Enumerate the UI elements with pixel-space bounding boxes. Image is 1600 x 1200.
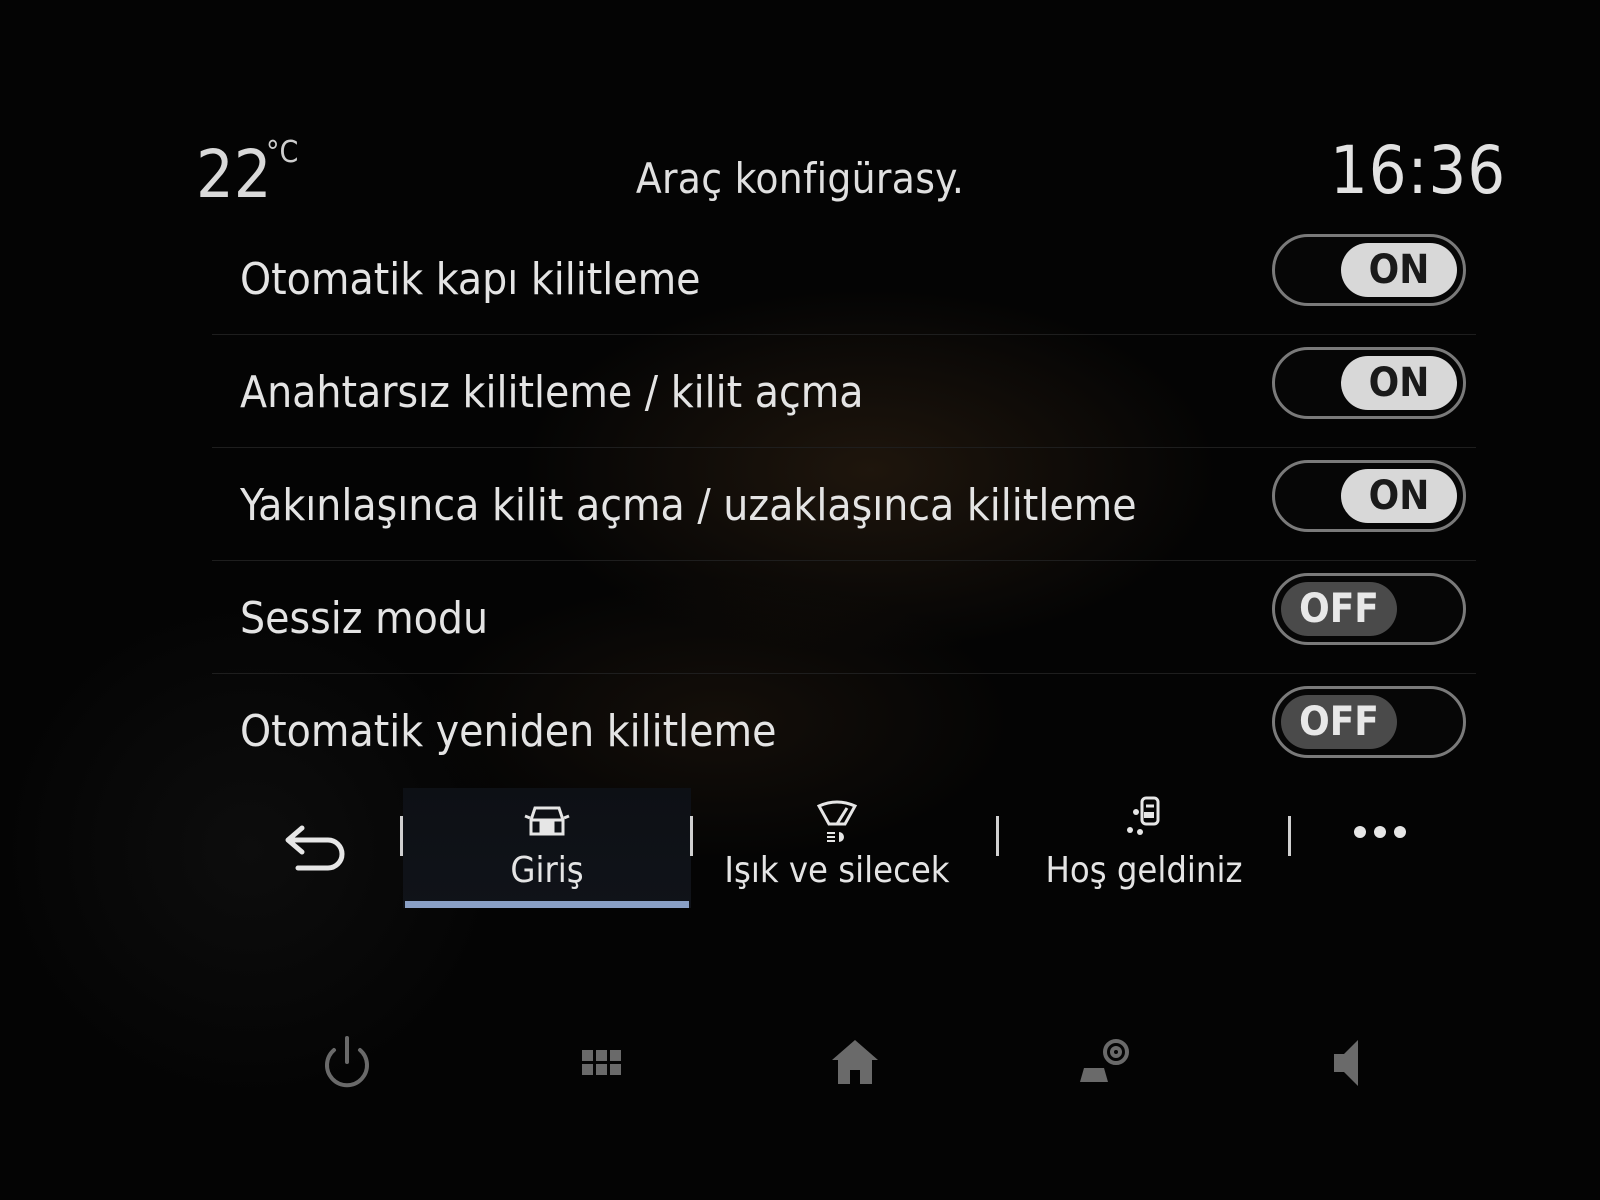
setting-label: Otomatik kapı kilitleme: [240, 254, 701, 305]
setting-label: Otomatik yeniden kilitleme: [240, 706, 777, 757]
setting-row-proximity-unlock[interactable]: Yakınlaşınca kilit açma / uzaklaşınca ki…: [212, 448, 1476, 561]
tab-label: Giriş: [510, 850, 584, 891]
system-bar: [0, 1010, 1600, 1120]
wiper-light-icon: [693, 796, 981, 846]
car-lock-icon: [403, 796, 691, 846]
toggle-knob: ON: [1341, 469, 1457, 523]
clock: 16:36: [1330, 132, 1507, 209]
setting-row-auto-door-lock[interactable]: Otomatik kapı kilitleme ON: [212, 222, 1476, 335]
silent-mode-toggle[interactable]: OFF: [1272, 573, 1466, 645]
setting-label: Anahtarsız kilitleme / kilit açma: [240, 367, 864, 418]
back-arrow-icon[interactable]: [280, 818, 350, 878]
auto-door-lock-toggle[interactable]: ON: [1272, 234, 1466, 306]
toggle-knob: ON: [1341, 243, 1457, 297]
setting-row-keyless-lock-unlock[interactable]: Anahtarsız kilitleme / kilit açma ON: [212, 335, 1476, 448]
setting-label: Yakınlaşınca kilit açma / uzaklaşınca ki…: [240, 480, 1137, 531]
toggle-knob: OFF: [1281, 582, 1397, 636]
tab-divider: [1288, 816, 1291, 856]
apps-grid-icon[interactable]: [566, 1028, 636, 1098]
tab-divider: [996, 816, 999, 856]
status-bar: 22 °C Araç konfigürasy. 16:36: [0, 0, 1600, 240]
proximity-unlock-toggle[interactable]: ON: [1272, 460, 1466, 532]
car-settings-icon[interactable]: [1074, 1028, 1144, 1098]
welcome-person-icon: [1000, 796, 1288, 846]
tab-light-wiper[interactable]: Işık ve silecek: [693, 788, 981, 908]
more-dots-icon[interactable]: [1350, 820, 1410, 844]
vehicle-config-screen: 22 °C Araç konfigürasy. 16:36 Otomatik k…: [0, 0, 1600, 1200]
auto-relock-toggle[interactable]: OFF: [1272, 686, 1466, 758]
tab-giris[interactable]: Giriş: [403, 788, 691, 908]
category-tab-bar: Giriş Işık ve silecek Hoş geldiniz: [260, 788, 1440, 908]
keyless-lock-unlock-toggle[interactable]: ON: [1272, 347, 1466, 419]
tab-label: Hoş geldiniz: [1045, 850, 1243, 891]
toggle-knob: OFF: [1281, 695, 1397, 749]
setting-label: Sessiz modu: [240, 593, 489, 644]
tab-label: Işık ve silecek: [724, 850, 950, 891]
volume-icon[interactable]: [1318, 1028, 1388, 1098]
setting-row-auto-relock[interactable]: Otomatik yeniden kilitleme OFF: [212, 674, 1476, 786]
settings-list: Otomatik kapı kilitleme ON Anahtarsız ki…: [212, 222, 1476, 786]
toggle-knob: ON: [1341, 356, 1457, 410]
home-icon[interactable]: [820, 1028, 890, 1098]
setting-row-silent-mode[interactable]: Sessiz modu OFF: [212, 561, 1476, 674]
power-icon[interactable]: [312, 1028, 382, 1098]
tab-welcome[interactable]: Hoş geldiniz: [1000, 788, 1288, 908]
